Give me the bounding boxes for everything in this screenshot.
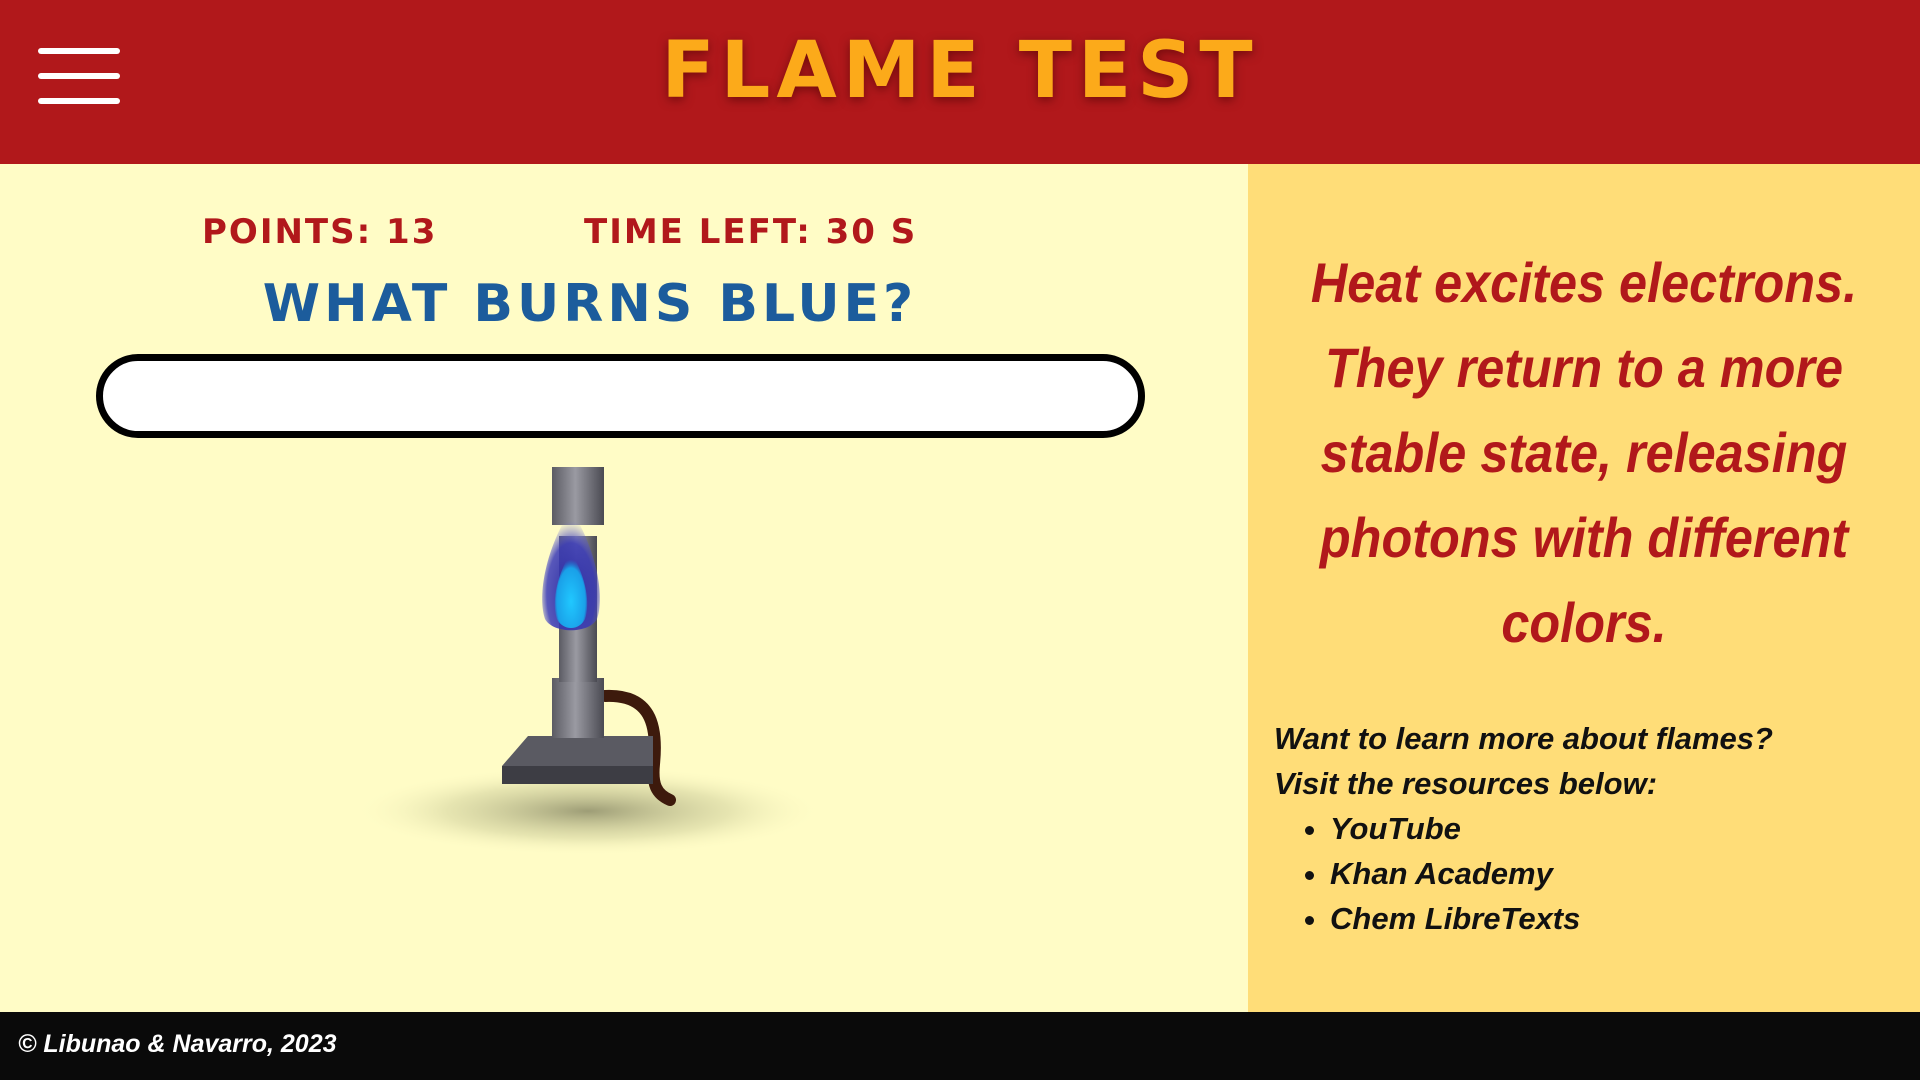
info-panel: Heat excites electrons. They return to a… <box>1248 164 1920 1012</box>
flame-test-explanation: Heat excites electrons. They return to a… <box>1310 251 1858 654</box>
question-prompt: WHAT BURNS BLUE? <box>262 274 918 334</box>
burner-nozzle <box>552 467 604 525</box>
burner-base <box>502 736 653 766</box>
learn-more-heading: Want to learn more about flames? <box>1274 721 1773 756</box>
resource-link-chem-libretexts[interactable]: Chem LibreTexts <box>1330 896 1894 941</box>
burner-collar <box>552 678 604 738</box>
answer-input[interactable] <box>96 354 1145 438</box>
learn-more-section: Want to learn more about flames? Visit t… <box>1274 716 1894 941</box>
burner-base-plate <box>502 766 653 784</box>
learn-more-subheading: Visit the resources below: <box>1274 766 1658 801</box>
points-counter: POINTS: 13 <box>202 212 438 252</box>
bunsen-burner-icon <box>353 467 823 856</box>
header-bar: FLAME TEST <box>0 0 1920 164</box>
resource-list: YouTube Khan Academy Chem LibreTexts <box>1274 806 1894 941</box>
copyright-text: © Libunao & Navarro, 2023 <box>18 1030 337 1058</box>
time-left-counter: TIME LEFT: 30 S <box>584 212 918 252</box>
footer-bar: © Libunao & Navarro, 2023 <box>0 1012 1920 1080</box>
resource-link-khan-academy[interactable]: Khan Academy <box>1330 851 1894 896</box>
resource-link-youtube[interactable]: YouTube <box>1330 806 1894 851</box>
app-title: FLAME TEST <box>661 26 1259 116</box>
game-panel: POINTS: 13 TIME LEFT: 30 S WHAT BURNS BL… <box>0 164 1248 1012</box>
